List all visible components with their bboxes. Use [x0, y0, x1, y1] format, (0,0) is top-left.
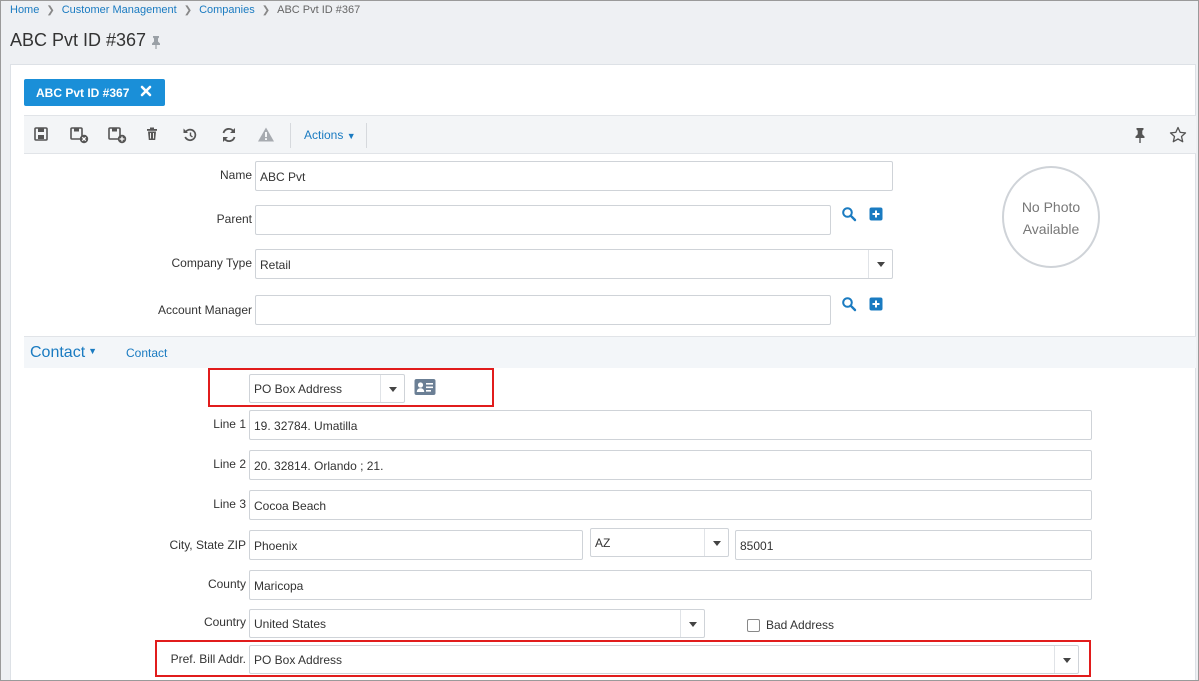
- photo-line-2: Available: [1022, 221, 1080, 237]
- contact-section-toggle[interactable]: Contact ▼: [30, 344, 97, 362]
- contact-link[interactable]: Contact: [126, 346, 167, 360]
- line1-label: Line 1: [213, 417, 246, 431]
- city-state-zip-label: City, State ZIP: [169, 538, 246, 552]
- save-icon[interactable]: [32, 125, 52, 145]
- pref-bill-label: Pref. Bill Addr.: [170, 652, 246, 666]
- breadcrumb-home[interactable]: Home: [10, 4, 39, 16]
- warning-icon[interactable]: [256, 125, 276, 145]
- actions-label: Actions: [304, 128, 344, 142]
- pin-icon[interactable]: [150, 35, 162, 49]
- name-input[interactable]: ABC Pvt: [255, 161, 893, 191]
- line1-input[interactable]: 19. 32784. Umatilla: [249, 410, 1092, 440]
- pin-icon[interactable]: [1130, 125, 1150, 145]
- toolbar-divider: [290, 123, 291, 148]
- state-value: AZ: [595, 536, 611, 550]
- county-input[interactable]: Maricopa: [249, 570, 1092, 600]
- undo-icon[interactable]: [181, 125, 201, 145]
- photo-line-1: No Photo: [1021, 199, 1081, 215]
- pref-bill-value: PO Box Address: [254, 653, 343, 667]
- address-type-select[interactable]: PO Box Address: [249, 374, 405, 403]
- address-card-icon[interactable]: [414, 378, 436, 396]
- breadcrumb-customer-management[interactable]: Customer Management: [62, 4, 177, 16]
- save-and-new-icon[interactable]: [107, 125, 127, 145]
- country-label: Country: [203, 615, 246, 629]
- contact-section-header: Contact ▼ Contact: [24, 336, 1196, 368]
- account-manager-label: Account Manager: [157, 303, 252, 317]
- save-and-close-icon[interactable]: [69, 125, 89, 145]
- caret-down-icon: [680, 610, 704, 637]
- caret-down-icon: [868, 250, 892, 278]
- pref-bill-select[interactable]: PO Box Address: [249, 645, 1079, 674]
- account-manager-input[interactable]: [255, 295, 831, 325]
- bad-address-checkbox[interactable]: [747, 619, 760, 632]
- add-icon[interactable]: [868, 296, 884, 312]
- parent-input[interactable]: [255, 205, 831, 235]
- star-icon[interactable]: [1168, 125, 1188, 145]
- name-label: Name: [219, 168, 252, 182]
- line2-label: Line 2: [213, 457, 246, 471]
- add-icon[interactable]: [868, 206, 884, 222]
- delete-icon[interactable]: [143, 125, 163, 145]
- city-input[interactable]: Phoenix: [249, 530, 583, 560]
- line3-label: Line 3: [213, 497, 246, 511]
- page-title: ABC Pvt ID #367: [10, 30, 147, 50]
- line3-input[interactable]: Cocoa Beach: [249, 490, 1092, 520]
- company-type-label: Company Type: [171, 256, 253, 270]
- search-icon[interactable]: [841, 206, 857, 222]
- refresh-icon[interactable]: [219, 125, 239, 145]
- toolbar-divider: [366, 123, 367, 148]
- state-select[interactable]: AZ: [590, 528, 729, 557]
- company-type-value: Retail: [260, 258, 291, 272]
- caret-down-icon: [380, 375, 404, 402]
- search-icon[interactable]: [841, 296, 857, 312]
- chevron-right-icon: ❯: [46, 4, 55, 16]
- caret-down-icon: [704, 529, 728, 556]
- contact-section-title: Contact: [30, 344, 86, 361]
- breadcrumb-current: ABC Pvt ID #367: [277, 4, 361, 17]
- no-photo-placeholder[interactable]: No Photo Available: [1002, 166, 1100, 268]
- company-type-select[interactable]: Retail: [255, 249, 893, 279]
- zip-input[interactable]: 85001: [735, 530, 1092, 560]
- chevron-right-icon: ❯: [261, 4, 271, 16]
- country-value: United States: [254, 617, 327, 631]
- toolbar: Actions ▼: [24, 115, 1196, 154]
- actions-menu[interactable]: Actions ▼: [304, 128, 356, 142]
- country-select[interactable]: United States: [249, 609, 705, 638]
- county-label: County: [207, 577, 246, 591]
- address-type-value: PO Box Address: [254, 382, 343, 396]
- bad-address-label: Bad Address: [766, 618, 835, 632]
- line2-input[interactable]: 20. 32814. Orlando ; 21.: [249, 450, 1092, 480]
- caret-down-icon: ▼: [88, 346, 98, 356]
- caret-down-icon: ▼: [346, 131, 356, 141]
- breadcrumb: Home ❯ Customer Management ❯ Companies ❯ ABC P…: [10, 4, 360, 16]
- chevron-right-icon: ❯: [183, 4, 193, 16]
- close-icon[interactable]: [140, 85, 152, 97]
- breadcrumb-companies[interactable]: Companies: [199, 4, 255, 16]
- caret-down-icon: [1054, 646, 1078, 673]
- record-tab[interactable]: ABC Pvt ID #367: [24, 79, 165, 106]
- parent-label: Parent: [216, 212, 252, 226]
- record-tab-label: ABC Pvt ID #367: [36, 86, 130, 100]
